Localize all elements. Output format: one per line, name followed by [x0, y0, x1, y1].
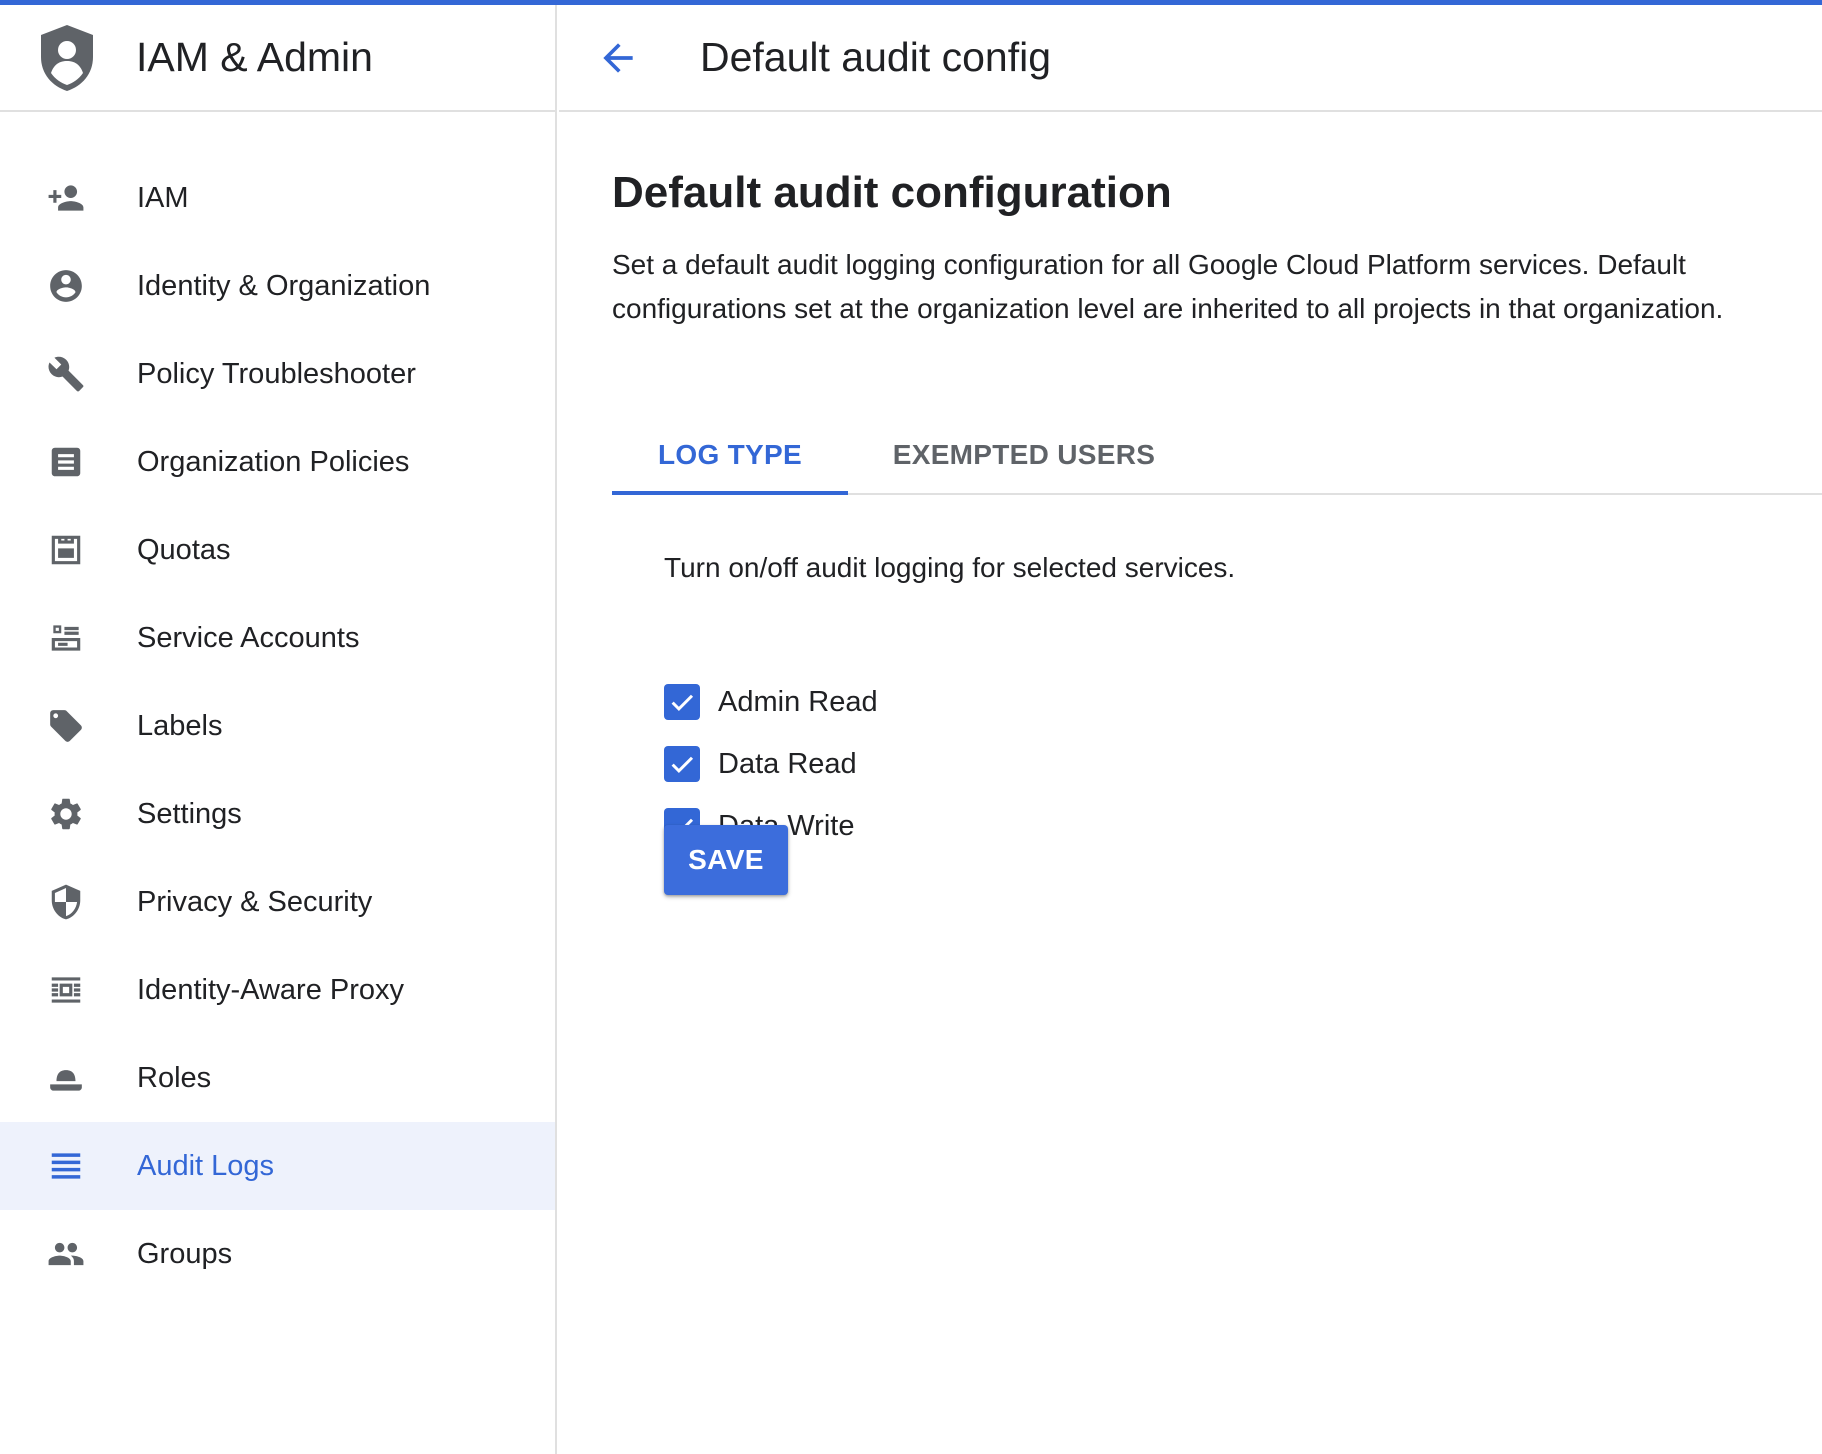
sidebar-item-identity-aware-proxy[interactable]: Identity-Aware Proxy — [0, 946, 555, 1034]
sidebar-item-quotas[interactable]: Quotas — [0, 506, 555, 594]
service-account-icon — [46, 620, 86, 656]
tab-log-type[interactable]: LOG TYPE — [612, 415, 848, 495]
section-title: Default audit configuration — [612, 168, 1172, 217]
save-button[interactable]: SAVE — [664, 825, 788, 895]
checkbox-data-read[interactable]: Data Read — [664, 744, 857, 784]
main-header: Default audit config — [559, 5, 1822, 112]
shield-person-icon — [38, 23, 96, 93]
sidebar-item-roles[interactable]: Roles — [0, 1034, 555, 1122]
sidebar-item-audit-logs[interactable]: Audit Logs — [0, 1122, 555, 1210]
arrow-back-icon — [603, 43, 633, 73]
sidebar-item-settings[interactable]: Settings — [0, 770, 555, 858]
sidebar-item-service-accounts[interactable]: Service Accounts — [0, 594, 555, 682]
quota-icon — [46, 532, 86, 568]
sidebar-item-policy-troubleshooter[interactable]: Policy Troubleshooter — [0, 330, 555, 418]
checkbox-label: Data Read — [718, 747, 857, 780]
active-tab-indicator — [612, 491, 848, 495]
sidebar-item-label: Roles — [137, 1061, 212, 1094]
sidebar-item-identity-organization[interactable]: Identity & Organization — [0, 242, 555, 330]
sidebar-item-label: IAM — [137, 181, 189, 214]
list-lines-icon — [46, 1148, 86, 1184]
sidebar-item-label: Service Accounts — [137, 621, 360, 654]
page-title: Default audit config — [700, 34, 1052, 80]
main-panel: Default audit config Default audit confi… — [559, 5, 1822, 1454]
group-icon — [46, 1236, 86, 1272]
sidebar-item-label: Policy Troubleshooter — [137, 357, 416, 390]
account-circle-icon — [46, 268, 86, 304]
sidebar-item-label: Identity-Aware Proxy — [137, 973, 405, 1006]
sidebar-item-label: Audit Logs — [137, 1149, 275, 1182]
section-description: Set a default audit logging configuratio… — [612, 249, 1724, 324]
sidebar: IAM & Admin IAM Identity & Organization … — [0, 5, 557, 1454]
document-list-icon — [46, 444, 86, 480]
sidebar-item-label: Quotas — [137, 533, 231, 566]
checkbox-label: Admin Read — [718, 685, 878, 718]
product-title: IAM & Admin — [136, 34, 373, 80]
shield-icon — [46, 884, 86, 920]
hint-text: Turn on/off audit logging for selected s… — [664, 552, 1236, 583]
sidebar-item-label: Groups — [137, 1237, 233, 1270]
sidebar-item-label: Identity & Organization — [137, 269, 431, 302]
wrench-icon — [46, 356, 86, 392]
sidebar-item-label: Privacy & Security — [137, 885, 373, 918]
back-button[interactable] — [593, 33, 643, 83]
sidebar-item-label: Labels — [137, 709, 223, 742]
sidebar-item-privacy-security[interactable]: Privacy & Security — [0, 858, 555, 946]
sidebar-item-organization-policies[interactable]: Organization Policies — [0, 418, 555, 506]
sidebar-item-groups[interactable]: Groups — [0, 1210, 555, 1298]
gear-icon — [46, 796, 86, 832]
sidebar-item-labels[interactable]: Labels — [0, 682, 555, 770]
sidebar-item-label: Organization Policies — [137, 445, 410, 478]
tab-bar: LOG TYPE EXEMPTED USERS — [612, 415, 1822, 495]
hat-icon — [46, 1060, 86, 1096]
sidebar-item-label: Settings — [137, 797, 242, 830]
sidebar-nav: IAM Identity & Organization Policy Troub… — [0, 112, 555, 1298]
checkbox-admin-read[interactable]: Admin Read — [664, 682, 878, 722]
tag-icon — [46, 708, 86, 744]
checkbox-checked-icon[interactable] — [664, 684, 700, 720]
person-add-icon — [46, 180, 86, 216]
sidebar-item-iam[interactable]: IAM — [0, 154, 555, 242]
sidebar-header: IAM & Admin — [0, 5, 555, 112]
checkbox-checked-icon[interactable] — [664, 746, 700, 782]
proxy-icon — [46, 972, 86, 1008]
tab-exempted-users[interactable]: EXEMPTED USERS — [848, 415, 1200, 495]
